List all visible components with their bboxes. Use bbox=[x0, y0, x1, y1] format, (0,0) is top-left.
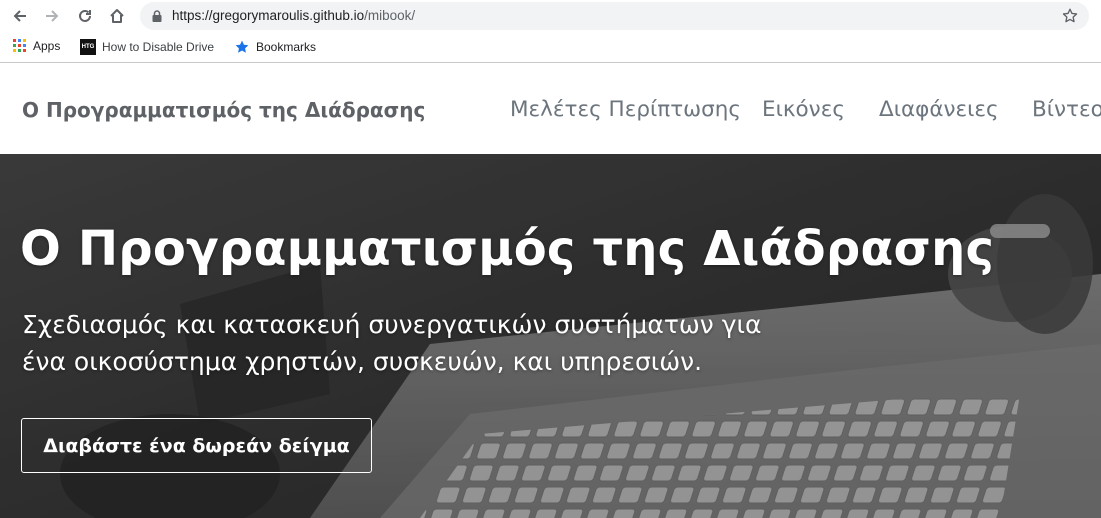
back-button[interactable] bbox=[8, 4, 32, 28]
hero-section: Ο Προγραμματισμός της Διάδρασης Σχεδιασμ… bbox=[0, 154, 1101, 518]
nav-images[interactable]: Εικόνες bbox=[762, 97, 845, 122]
htg-favicon: HTG bbox=[80, 39, 96, 55]
apps-grid-icon bbox=[13, 39, 26, 52]
read-free-sample-button[interactable]: Διαβάστε ένα δωρεάν δείγμα bbox=[21, 418, 372, 473]
bookmark-how-to-disable-drive[interactable]: HTG How to Disable Drive bbox=[80, 39, 214, 55]
site-navbar: Ο Προγραμματισμός της Διάδρασης Μελέτες … bbox=[0, 63, 1101, 154]
bookmark-bookmarks-folder[interactable]: Bookmarks bbox=[234, 39, 316, 55]
bookmark-apps[interactable]: Apps bbox=[13, 39, 60, 53]
reload-icon bbox=[79, 9, 91, 22]
bookmark-label: How to Disable Drive bbox=[102, 40, 215, 54]
back-arrow-icon bbox=[13, 10, 26, 22]
site-brand-link[interactable]: Ο Προγραμματισμός της Διάδρασης bbox=[22, 98, 425, 122]
url-host: https://gregorymaroulis.github.io bbox=[172, 8, 365, 23]
nav-slides[interactable]: Διαφάνειες bbox=[879, 97, 999, 122]
star-icon bbox=[235, 40, 249, 53]
nav-videos[interactable]: Βίντεο bbox=[1032, 97, 1101, 122]
bookmarks-bar: Apps HTG How to Disable Drive Bookmarks bbox=[0, 32, 1101, 63]
home-icon bbox=[110, 9, 124, 23]
forward-arrow-icon bbox=[46, 10, 59, 22]
hero-title: Ο Προγραμματισμός της Διάδρασης bbox=[20, 221, 995, 277]
hero-subtitle-line: Σχεδιασμός και κατασκευή συνεργατικών συ… bbox=[22, 310, 762, 339]
bookmark-label: Apps bbox=[33, 39, 61, 53]
forward-button[interactable] bbox=[40, 4, 64, 28]
home-button[interactable] bbox=[105, 4, 129, 28]
reload-button[interactable] bbox=[73, 4, 97, 28]
url-path: /mibook/ bbox=[364, 8, 416, 23]
address-bar[interactable]: https://gregorymaroulis.github.io/mibook… bbox=[140, 2, 1089, 30]
browser-toolbar: https://gregorymaroulis.github.io/mibook… bbox=[0, 0, 1101, 32]
url-text: https://gregorymaroulis.github.io/mibook… bbox=[172, 8, 415, 23]
bookmark-star-icon[interactable] bbox=[1061, 7, 1079, 25]
bookmark-label: Bookmarks bbox=[256, 40, 317, 54]
hero-subtitle-line: ένα οικοσύστημα χρηστών, συσκευών, και υ… bbox=[22, 347, 703, 376]
lock-icon bbox=[152, 10, 162, 22]
hero-subtitle: Σχεδιασμός και κατασκευή συνεργατικών συ… bbox=[22, 306, 782, 380]
nav-case-studies[interactable]: Μελέτες Περίπτωσης bbox=[510, 97, 741, 122]
